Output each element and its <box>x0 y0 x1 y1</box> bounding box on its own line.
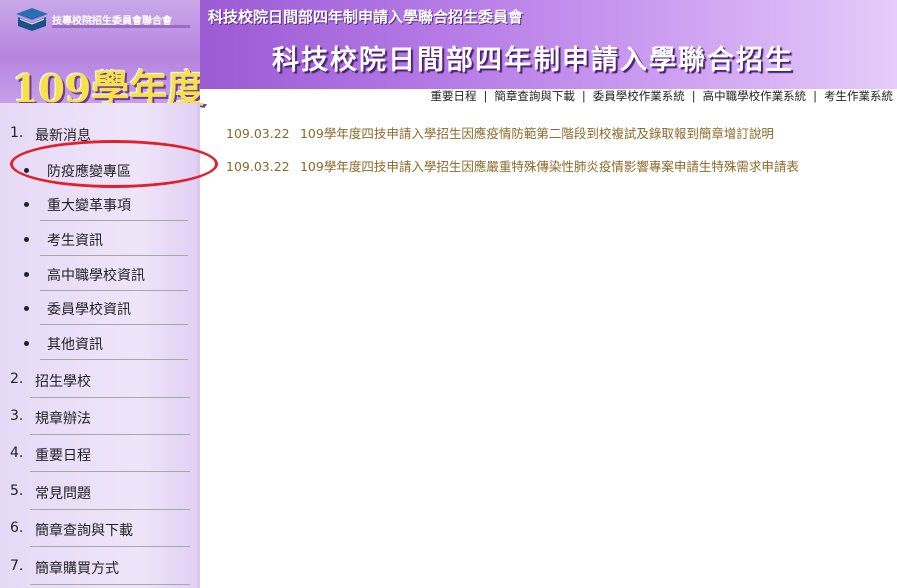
sidebar-subitem-applicant-info[interactable]: 考生資訊 <box>0 222 192 256</box>
submenu-label: 其他資訊 <box>47 337 103 353</box>
news-title-link[interactable]: 109學年度四技申請入學招生因應疫情防範第二階段到校複試及錄取報到簡章增訂說明 <box>300 126 774 141</box>
menu-number: 5. <box>10 483 24 499</box>
menu-label: 規章辦法 <box>35 411 91 427</box>
news-date: 109.03.22 <box>226 159 290 174</box>
bullet-icon <box>24 272 29 277</box>
bullet-icon <box>24 341 29 346</box>
sidebar-item-schools[interactable]: 2. 招生學校 <box>0 362 192 398</box>
menu-label: 常見問題 <box>35 486 91 502</box>
divider <box>30 397 190 398</box>
submenu-label: 防疫應變專區 <box>47 164 131 180</box>
sidebar-item-brochure-purchase[interactable]: 7. 簡章購買方式 <box>0 549 192 585</box>
bullet-icon <box>24 202 29 207</box>
sidebar-item-brochure-download[interactable]: 6. 簡章查詢與下載 <box>0 511 192 547</box>
bullet-icon <box>24 168 29 173</box>
divider <box>40 324 188 325</box>
menu-number: 6. <box>10 520 24 536</box>
divider <box>30 434 190 435</box>
topnav-separator: | <box>691 89 696 103</box>
submenu-label: 重大變革事項 <box>47 198 131 214</box>
menu-number: 1. <box>10 125 24 141</box>
menu-number: 3. <box>10 408 24 424</box>
sidebar-item-regulations[interactable]: 3. 規章辦法 <box>0 399 192 435</box>
submenu-label: 高中職學校資訊 <box>47 268 145 284</box>
divider <box>40 359 188 360</box>
sidebar-item-schedule[interactable]: 4. 重要日程 <box>0 436 192 472</box>
menu-label: 最新消息 <box>35 128 91 144</box>
sidebar-subitem-major-changes[interactable]: 重大變革事項 <box>0 187 192 221</box>
topnav-separator: | <box>813 89 817 103</box>
topnav-high-school-system[interactable]: 高中職學校作業系統 <box>703 89 807 103</box>
divider <box>40 220 188 221</box>
divider <box>30 546 190 547</box>
banner: 科技校院日間部四年制申請入學聯合招生委員會 科技校院日間部四年制申請入學聯合招生 <box>200 0 897 89</box>
menu-number: 2. <box>10 371 24 387</box>
submenu-label: 考生資訊 <box>47 233 103 249</box>
bullet-icon <box>24 306 29 311</box>
book-emblem-icon <box>16 8 48 31</box>
sidebar-subitem-high-school-info[interactable]: 高中職學校資訊 <box>0 257 192 291</box>
sidebar-item-news[interactable]: 1. 最新消息 <box>0 116 192 152</box>
sidebar-item-faq[interactable]: 5. 常見問題 <box>0 474 192 510</box>
topnav-member-school-system[interactable]: 委員學校作業系統 <box>593 89 685 103</box>
sidebar-subitem-other-info[interactable]: 其他資訊 <box>0 326 192 360</box>
menu-label: 重要日程 <box>35 448 91 464</box>
divider <box>30 509 190 510</box>
logo-underline <box>52 25 190 28</box>
menu-label: 簡章購買方式 <box>35 561 119 577</box>
menu-number: 4. <box>10 445 24 461</box>
bullet-icon <box>24 237 29 242</box>
sidebar: 1. 最新消息 防疫應變專區 重大變革事項 考生資訊 高中職學校資訊 委員學校資… <box>0 103 200 588</box>
submenu-label: 委員學校資訊 <box>47 302 131 318</box>
menu-label: 簡章查詢與下載 <box>35 523 133 539</box>
topnav-brochure-download[interactable]: 簡章查詢與下載 <box>494 89 575 103</box>
divider <box>30 471 190 472</box>
menu-label: 招生學校 <box>35 374 91 390</box>
news-date: 109.03.22 <box>226 126 290 141</box>
divider <box>30 584 190 585</box>
news-item[interactable]: 109.03.22 109學年度四技申請入學招生因應疫情防範第二階段到校複試及錄… <box>226 123 774 142</box>
topnav-schedule[interactable]: 重要日程 <box>431 89 477 103</box>
page-title: 科技校院日間部四年制申請入學聯合招生 <box>272 45 794 76</box>
topnav-applicant-system[interactable]: 考生作業系統 <box>824 89 893 103</box>
news-item[interactable]: 109.03.22 109學年度四技申請入學招生因應嚴重特殊傳染性肺炎疫情影響專… <box>226 156 799 175</box>
committee-name: 科技校院日間部四年制申請入學聯合招生委員會 <box>208 8 524 26</box>
sidebar-subitem-member-school-info[interactable]: 委員學校資訊 <box>0 291 192 325</box>
news-title-link[interactable]: 109學年度四技申請入學招生因應嚴重特殊傳染性肺炎疫情影響專案申請生特殊需求申請… <box>300 159 799 174</box>
menu-number: 7. <box>10 558 24 574</box>
logo-block[interactable]: 技專校院招生委員會聯合會 109學年度 <box>0 0 205 111</box>
divider <box>40 255 188 256</box>
topnav-separator: | <box>483 89 488 103</box>
site-header: 技專校院招生委員會聯合會 109學年度 科技校院日間部四年制申請入學聯合招生委員… <box>0 0 897 111</box>
sidebar-subitem-epidemic-zone[interactable]: 防疫應變專區 <box>0 153 192 187</box>
top-nav: 重要日程 | 簡章查詢與下載 | 委員學校作業系統 | 高中職學校作業系統 | 考生作業系統 <box>200 89 897 103</box>
topnav-separator: | <box>581 89 586 103</box>
